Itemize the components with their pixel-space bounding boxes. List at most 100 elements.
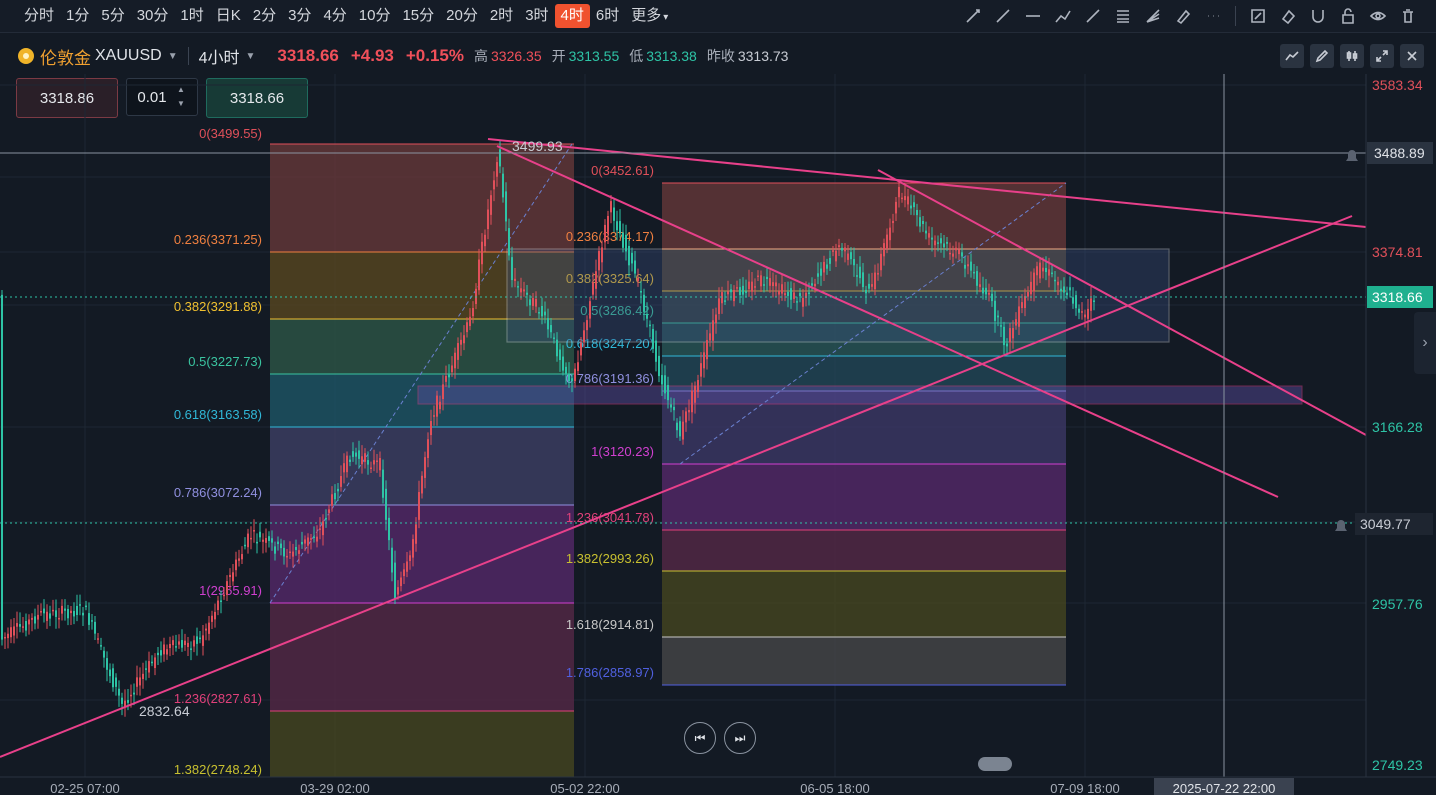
candle-body [787,291,789,296]
candle-body [304,539,306,544]
timeframe-tab[interactable]: 2时 [484,4,519,28]
horizontal-line-icon[interactable] [1019,4,1047,28]
candle-body [112,668,114,688]
candle-body [469,316,471,327]
candle-body [1039,262,1041,279]
timeframe-tab[interactable]: 3分 [282,4,317,28]
close-icon[interactable] [1400,44,1424,68]
timeframe-tab[interactable]: 3时 [519,4,554,28]
eye-icon[interactable] [1364,4,1392,28]
price-axis-label: 3374.81 [1372,244,1423,260]
prev-close-value: 3313.73 [737,48,789,64]
candle-body [259,531,261,538]
timeframe-tab[interactable]: 15分 [396,4,440,28]
fib-right-level-label: 1(3120.23) [591,444,654,459]
fullscreen-icon[interactable] [1370,44,1394,68]
candle-body [994,300,996,321]
candle-body [730,289,732,293]
ray-icon[interactable] [989,4,1017,28]
polyline-icon[interactable] [1049,4,1077,28]
candle-body [982,287,984,294]
magnet-icon[interactable] [1304,4,1332,28]
candle-body [385,488,387,520]
symbol-dropdown-icon[interactable]: ▼ [168,51,178,62]
candle-body [475,288,477,304]
candle-body [307,537,309,546]
indicator-icon[interactable] [1280,44,1304,68]
fib-fan-icon[interactable] [1139,4,1167,28]
interval-label[interactable]: 4小时 [199,44,240,68]
candle-body [289,551,291,554]
candle-body [916,209,918,216]
candle-body [202,635,204,646]
timeframe-tab[interactable]: 4分 [317,4,352,28]
horizontal-scrollbar[interactable] [978,757,1012,771]
timeframe-tab[interactable]: 4时 [554,4,590,28]
timeframe-tab[interactable]: 1分 [60,4,95,28]
brush-icon[interactable] [1079,4,1107,28]
candle-body [724,300,726,302]
candle-body [256,541,258,544]
candle-body [121,697,123,704]
timeframe-tab[interactable]: 5分 [95,4,130,28]
candle-body [778,291,780,295]
candle-body [355,452,357,457]
candle-body [397,587,399,595]
candle-body [823,261,825,273]
fib-right-band [662,464,1066,530]
candle-body [520,288,522,293]
symbol-info-bar: 伦敦金 XAUUSD ▼ 4小时 ▼ 3318.66 +4.93 +0.15% … [0,40,1436,72]
candle-body [178,641,180,645]
fib-right-level-label: 1.786(2858.97) [566,665,654,680]
candle-body [1057,281,1059,286]
candle-body [1081,311,1083,313]
scroll-start-button[interactable]: ⏮ [684,722,716,754]
timeframe-tab[interactable]: 10分 [353,4,397,28]
candle-body [703,352,705,369]
fib-retracement-icon[interactable] [1109,4,1137,28]
fib-right-level-label: 0(3452.61) [591,163,654,178]
candle-body [559,349,561,361]
candle-body [1009,328,1011,343]
candle-body [82,612,84,616]
candle-body [187,642,189,648]
candle-body [310,538,312,540]
candle-body [715,314,717,324]
symbol-name[interactable]: 伦敦金 [40,44,91,69]
fib-left-level-label: 0.786(3072.24) [174,485,262,500]
candle-body [97,638,99,640]
candle-body [412,539,414,558]
candle-body [433,415,435,417]
timeframe-tab[interactable]: 日K [210,4,247,28]
timeframe-tab[interactable]: 6时 [590,4,625,28]
pencil-icon[interactable] [1310,44,1334,68]
candle-body [274,546,276,554]
timeframe-tab[interactable]: 更多 [625,4,674,28]
more-dots-icon[interactable] [1199,4,1227,28]
timeframe-tab[interactable]: 20分 [440,4,484,28]
candle-body [55,610,57,617]
timeframe-tab[interactable]: 2分 [247,4,282,28]
symbol-code[interactable]: XAUUSD [95,47,162,65]
eraser-icon[interactable] [1274,4,1302,28]
highlighter-icon[interactable] [1169,4,1197,28]
timeframe-tab[interactable]: 30分 [131,4,175,28]
candle-body [874,272,876,290]
candle-body [1084,314,1086,318]
edit-icon[interactable] [1244,4,1272,28]
candle-body [151,661,153,664]
candle-body [727,291,729,295]
scroll-end-button[interactable]: ⏭ [724,722,756,754]
price-chart[interactable]: 0(3499.55) 0.236(3371.25) 0.382(3291.88) 0.… [0,74,1436,795]
panel-expand-button[interactable]: › [1414,312,1436,374]
trend-line-icon[interactable] [959,4,987,28]
last-price: 3318.66 [277,46,339,65]
interval-dropdown-icon[interactable]: ▼ [246,51,256,62]
candle-type-icon[interactable] [1340,44,1364,68]
trash-icon[interactable] [1394,4,1422,28]
timeframe-tab[interactable]: 1时 [174,4,209,28]
drawing-toolbar [959,4,1422,28]
lock-icon[interactable] [1334,4,1362,28]
timeframe-tab[interactable]: 分时 [18,4,60,28]
candle-body [13,626,15,636]
